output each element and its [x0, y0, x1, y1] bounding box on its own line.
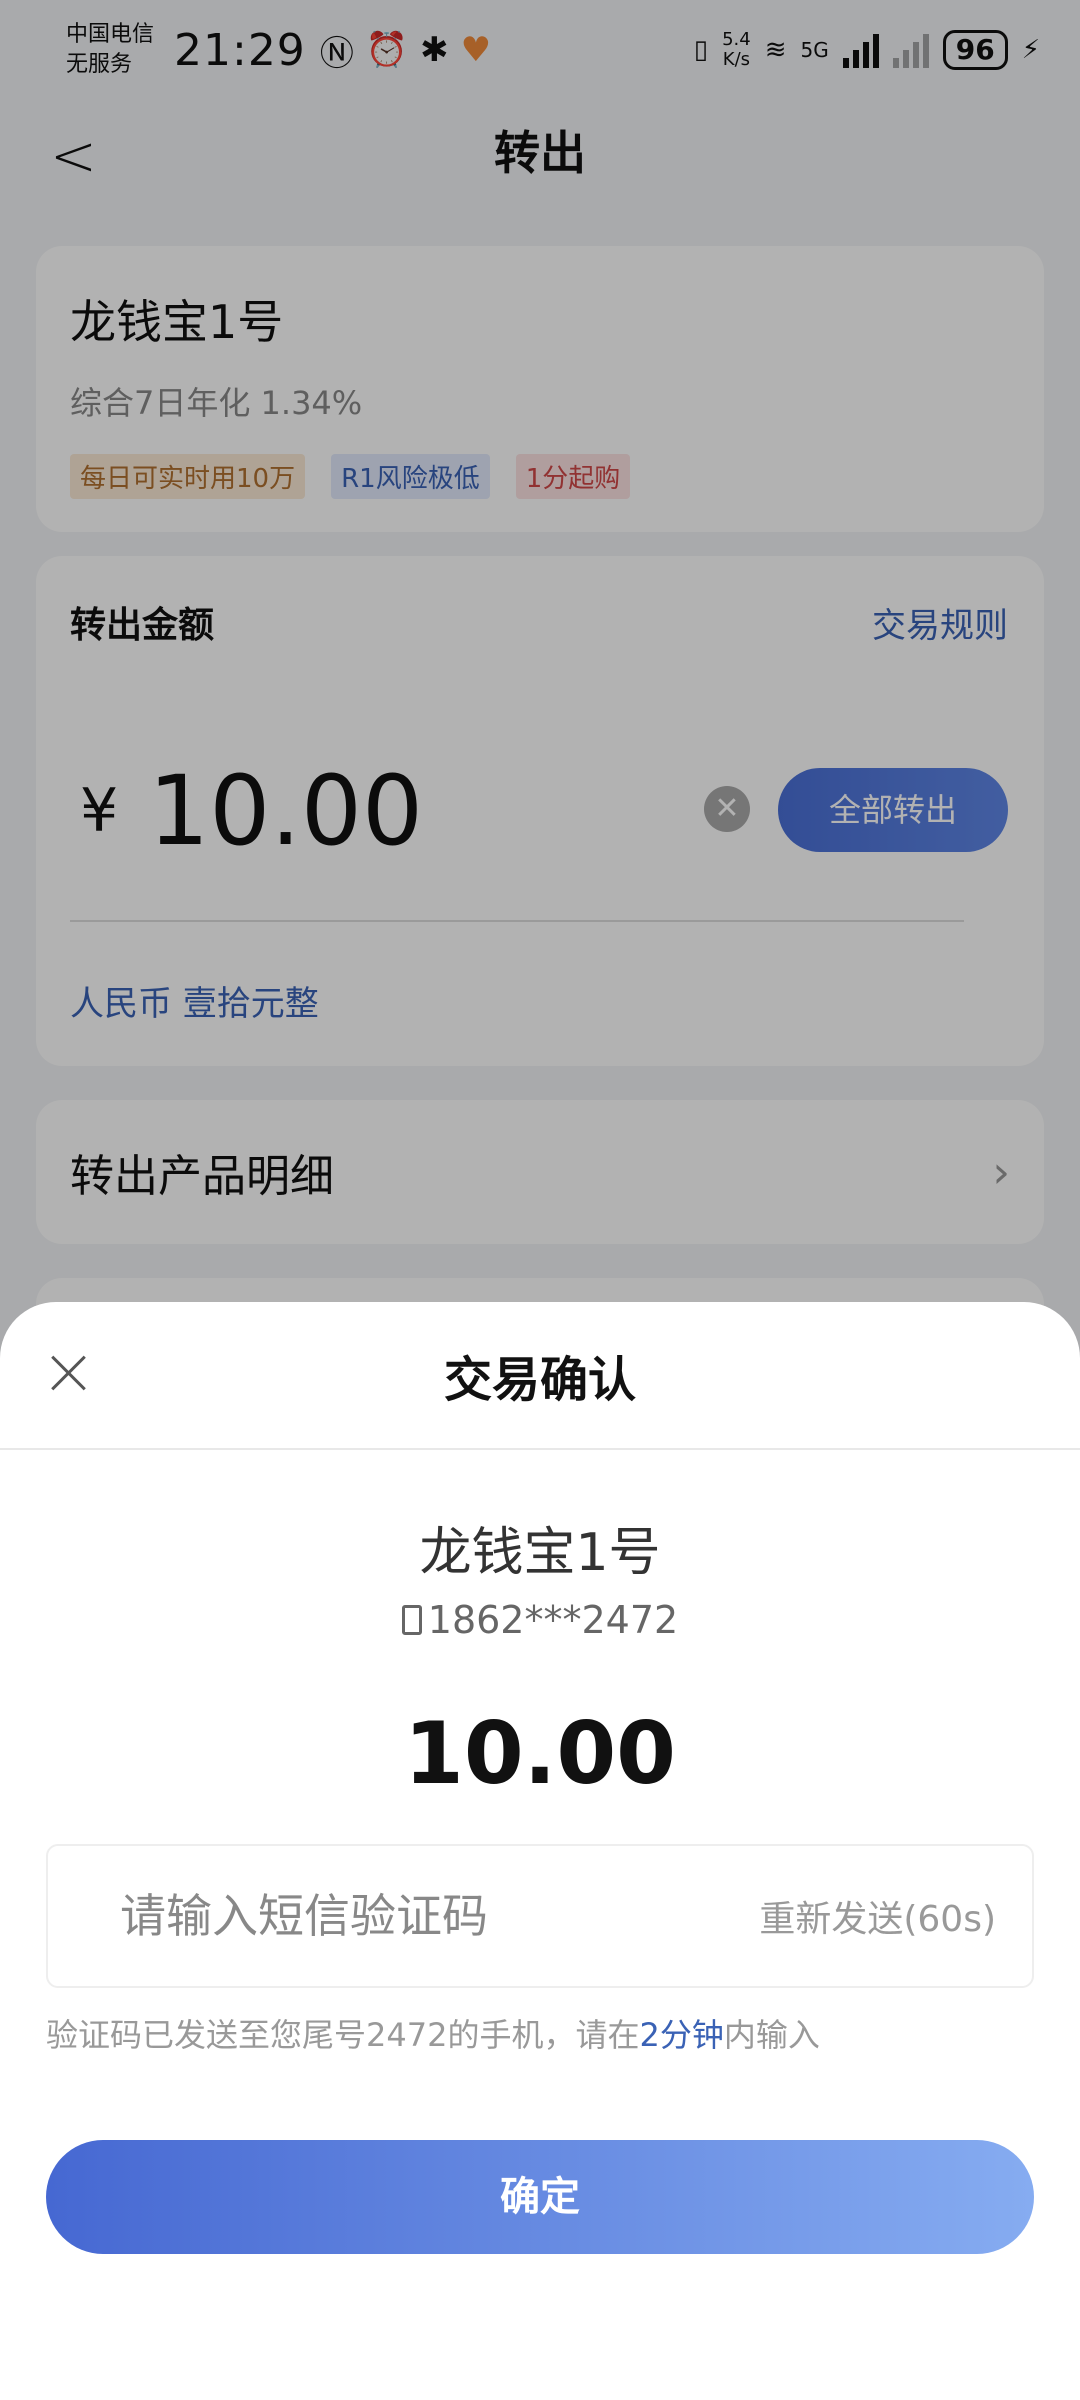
hint-text-after: 内输入	[723, 2016, 820, 2054]
transaction-confirm-sheet: 交易确认 龙钱宝1号 1862***2472 10.00 重新发送(60s) 验…	[0, 1302, 1080, 2400]
sheet-product-name: 龙钱宝1号	[419, 1523, 661, 1583]
phone-number: 1862***2472	[427, 1598, 679, 1642]
phone-icon	[401, 1605, 422, 1635]
sheet-phone: 1862***2472	[0, 1598, 1080, 1642]
sms-code-box: 重新发送(60s)	[46, 1844, 1034, 1988]
sheet-title: 交易确认	[443, 1352, 636, 1408]
close-icon[interactable]	[44, 1348, 94, 1398]
sheet-header: 交易确认	[0, 1302, 1080, 1450]
hint-time-highlight: 2分钟	[639, 2016, 724, 2054]
sms-code-input[interactable]	[120, 1889, 760, 1943]
confirm-button[interactable]: 确定	[46, 2140, 1034, 2254]
hint-text-before: 验证码已发送至您尾号2472的手机，请在	[46, 2016, 640, 2054]
resend-code-button[interactable]: 重新发送(60s)	[759, 1890, 996, 1942]
sheet-amount: 10.00	[403, 1704, 677, 1804]
sms-hint: 验证码已发送至您尾号2472的手机，请在2分钟内输入	[46, 2010, 820, 2056]
